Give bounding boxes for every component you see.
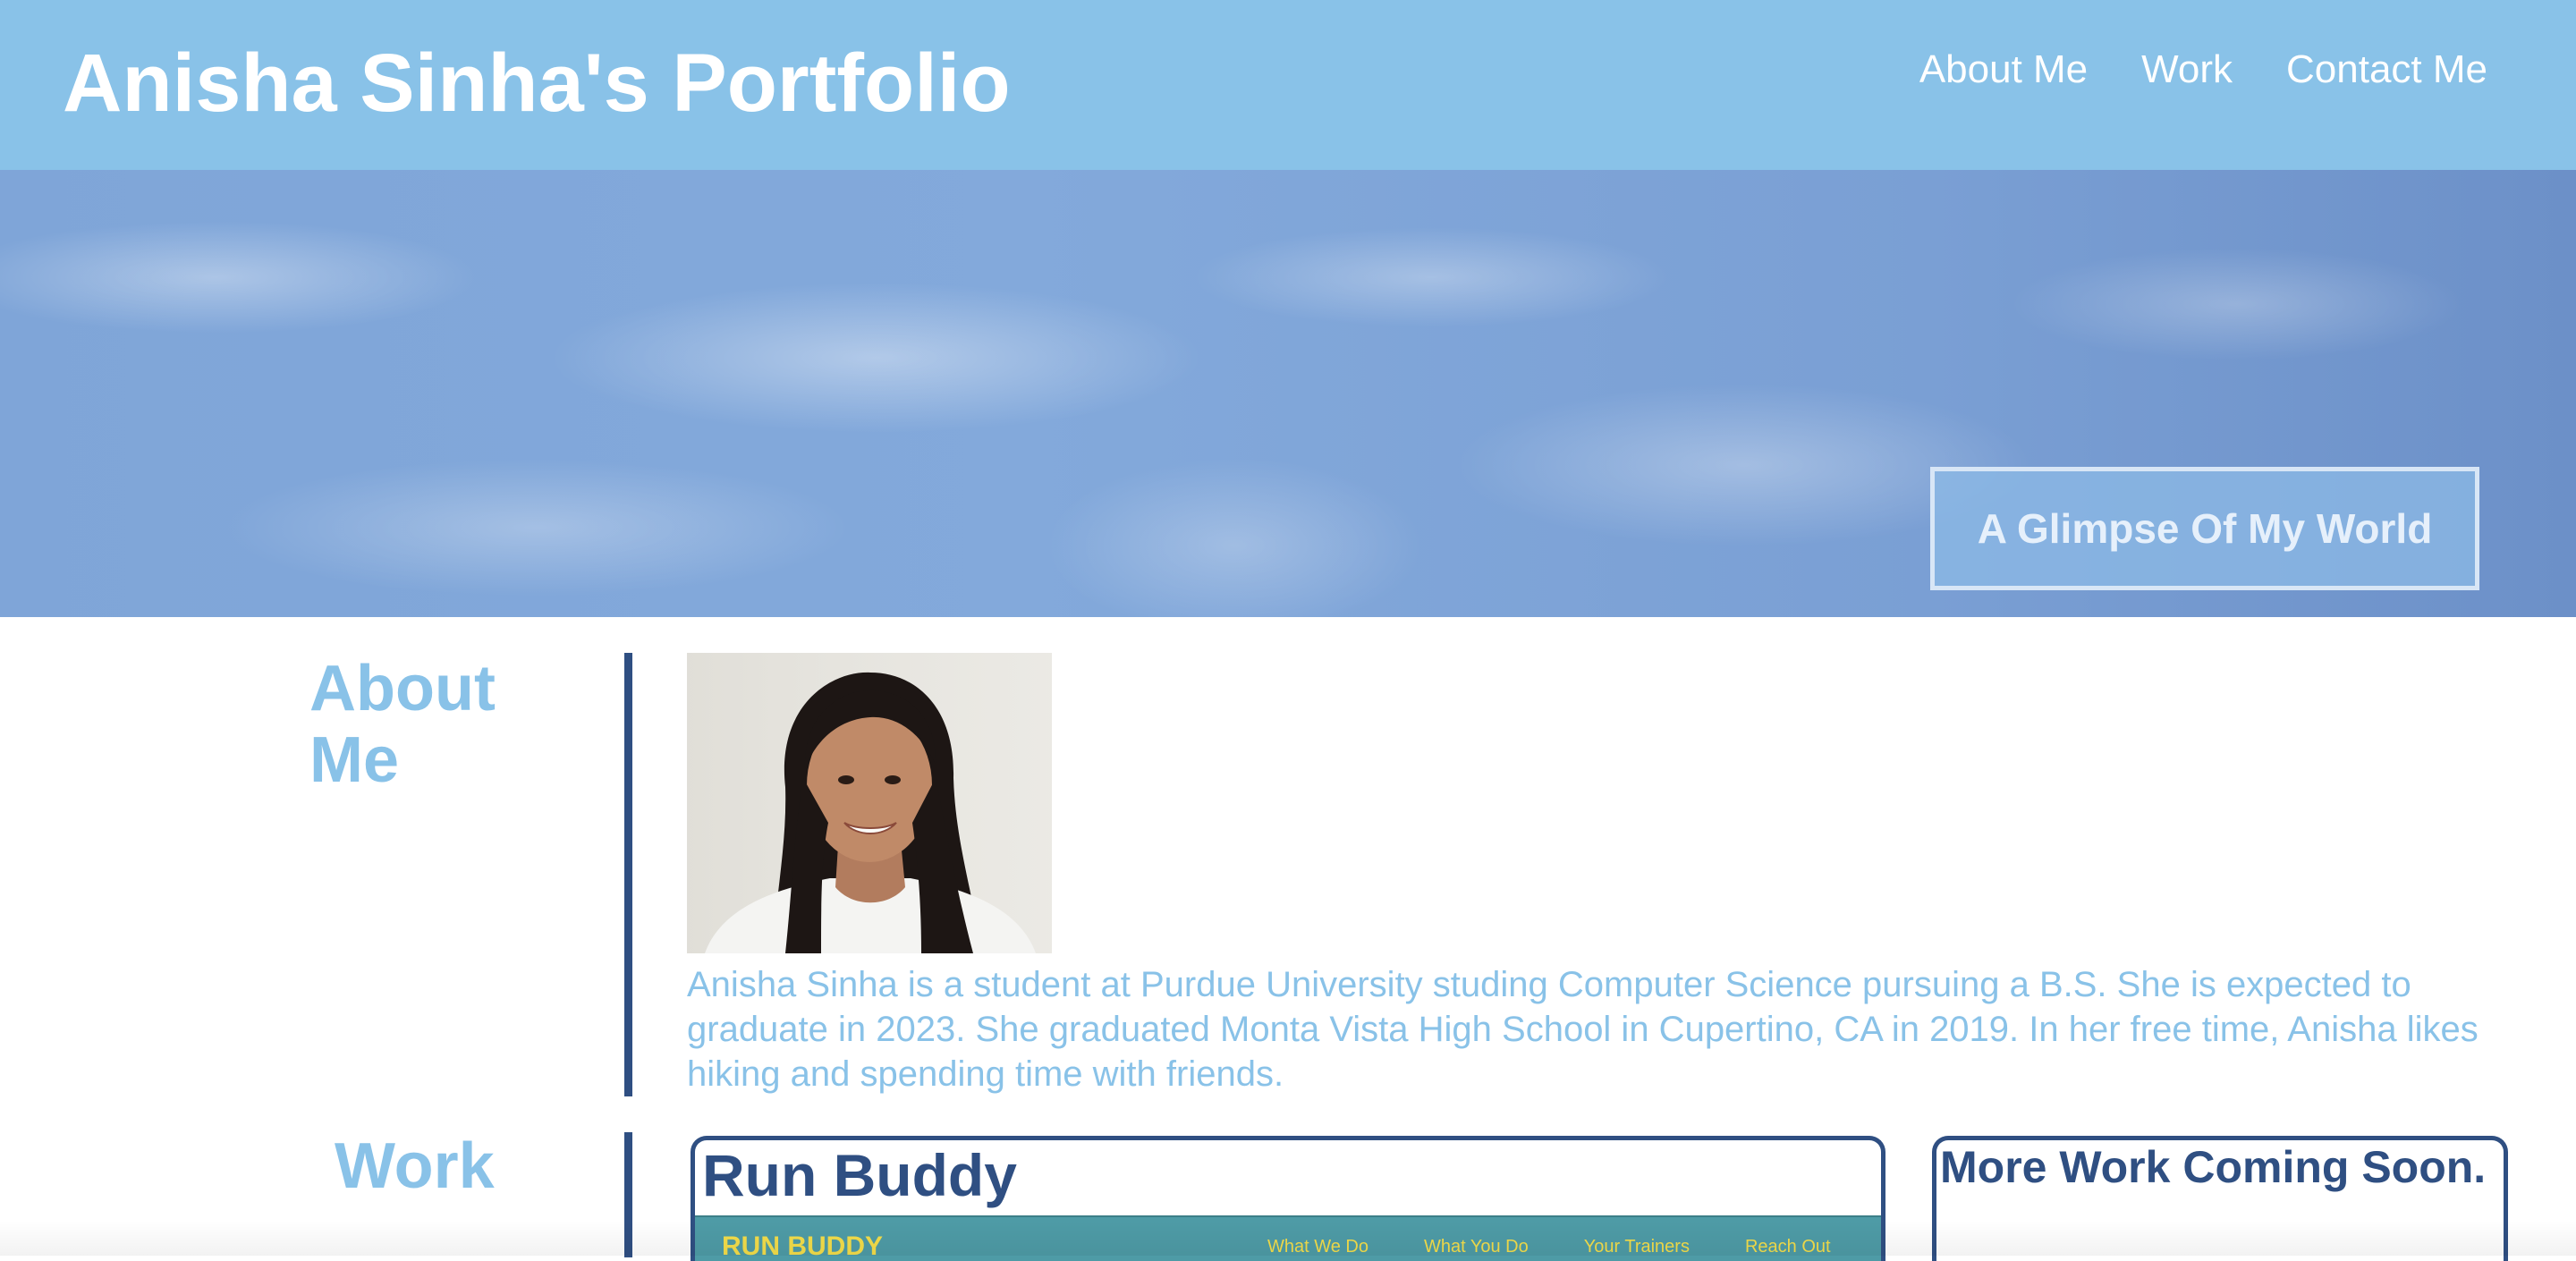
about-divider [624, 653, 632, 1096]
project-card-coming-soon[interactable]: More Work Coming Soon. [1932, 1136, 2508, 1261]
hero-cta-button[interactable]: A Glimpse Of My World [1930, 467, 2479, 590]
site-header: Anisha Sinha's Portfolio About Me Work C… [0, 0, 2576, 170]
profile-photo-illustration [687, 653, 1052, 953]
preview-brand: RUN BUDDY [722, 1231, 883, 1261]
nav-link-contact-me[interactable]: Contact Me [2286, 43, 2487, 97]
about-heading: About Me [309, 653, 496, 796]
project-card-run-buddy[interactable]: Run Buddy RUN BUDDY What We Do What You … [691, 1136, 1885, 1261]
main-nav: About Me Work Contact Me [1919, 43, 2487, 97]
preview-nav: What We Do What You Do Your Trainers Rea… [1267, 1237, 1831, 1257]
work-divider [624, 1132, 632, 1257]
project-title: Run Buddy [702, 1142, 1017, 1208]
hero-banner: A Glimpse Of My World [0, 170, 2576, 617]
preview-nav-item: Reach Out [1744, 1237, 1831, 1257]
nav-link-work[interactable]: Work [2141, 43, 2233, 97]
site-title: Anisha Sinha's Portfolio [63, 38, 1011, 129]
work-heading: Work [335, 1130, 495, 1202]
preview-nav-item: Your Trainers [1583, 1237, 1690, 1257]
project-title: More Work Coming Soon. [1940, 1142, 2487, 1192]
preview-nav-item: What You Do [1424, 1237, 1529, 1257]
project-preview-image: RUN BUDDY What We Do What You Do Your Tr… [695, 1215, 1881, 1261]
profile-photo [687, 653, 1052, 953]
preview-nav-item: What We Do [1267, 1237, 1368, 1257]
about-description: Anisha Sinha is a student at Purdue Univ… [687, 965, 2479, 1094]
nav-link-about-me[interactable]: About Me [1919, 43, 2088, 97]
